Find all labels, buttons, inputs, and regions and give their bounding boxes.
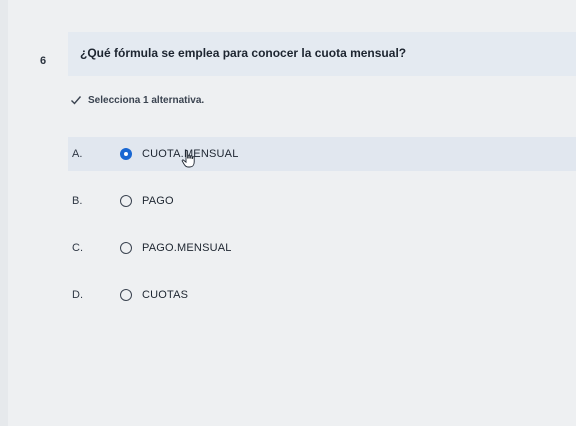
option-letter: A. [72, 148, 83, 160]
radio-button-checked[interactable] [120, 148, 132, 160]
check-icon [70, 94, 82, 106]
option-text: PAGO.MENSUAL [142, 242, 232, 254]
option-letter: C. [72, 242, 83, 254]
option-b[interactable]: B. PAGO [68, 184, 576, 218]
instruction-text: Selecciona 1 alternativa. [88, 94, 205, 106]
radio-button[interactable] [120, 242, 132, 254]
question-number: 6 [40, 55, 47, 67]
radio-button[interactable] [120, 289, 132, 301]
radio-button[interactable] [120, 195, 132, 207]
question-text: ¿Qué fórmula se emplea para conocer la c… [80, 46, 407, 60]
page-left-edge [0, 0, 8, 426]
option-c[interactable]: C. PAGO.MENSUAL [68, 231, 576, 265]
instruction: Selecciona 1 alternativa. [70, 94, 204, 106]
option-d[interactable]: D. CUOTAS [68, 278, 576, 312]
option-a[interactable]: A. CUOTA.MENSUAL [68, 137, 576, 171]
option-letter: D. [72, 289, 83, 301]
option-text: CUOTA.MENSUAL [142, 148, 239, 160]
option-text: PAGO [142, 195, 174, 207]
option-text: CUOTAS [142, 289, 189, 301]
option-letter: B. [72, 195, 83, 207]
